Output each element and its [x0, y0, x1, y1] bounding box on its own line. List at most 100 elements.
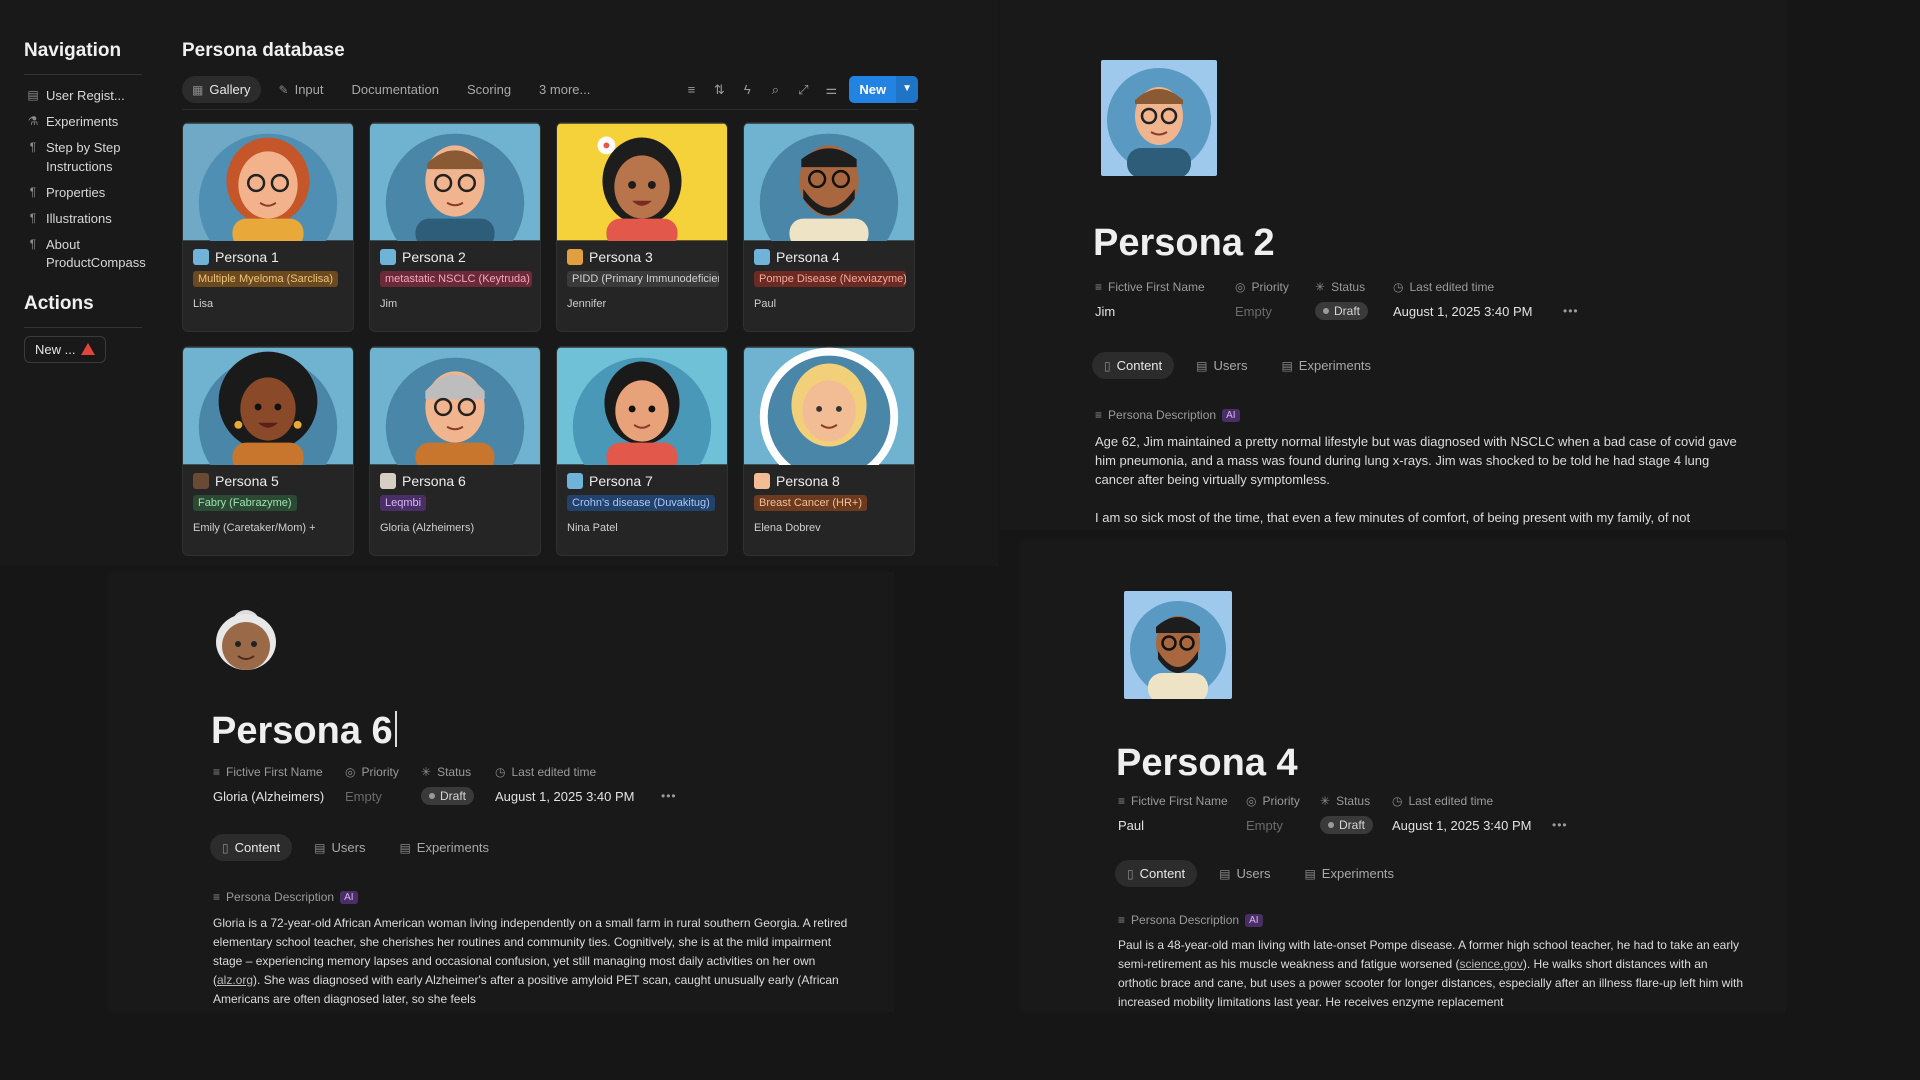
card-title: Persona 2	[402, 249, 466, 265]
card-first-name: Lisa	[193, 298, 214, 310]
description-text: ). She was diagnosed with early Alzheime…	[213, 973, 839, 1006]
persona-description-label: ≡ Persona Description AI	[213, 890, 358, 904]
navigation-sidebar: Navigation ▤ User Regist... ⚗ Experiment…	[24, 40, 146, 363]
nav-item-experiments[interactable]: ⚗ Experiments	[24, 109, 142, 135]
filter-icon[interactable]: ≡	[681, 82, 701, 97]
last-edited-value: August 1, 2025 3:40 PM	[1393, 303, 1533, 319]
more-options-icon[interactable]: •••	[1563, 304, 1593, 318]
gallery-card-persona-8[interactable]: Persona 8 Breast Cancer (HR+) Elena Dobr…	[743, 346, 915, 556]
tab-content[interactable]: ▯ Content	[1115, 860, 1198, 887]
source-link[interactable]: alz.org	[217, 973, 253, 987]
persona-page-icon	[193, 473, 209, 489]
table-icon: ▤	[1304, 866, 1316, 881]
persona-8-illustration	[744, 347, 914, 465]
nav-item-label: Illustrations	[46, 210, 112, 226]
more-options-icon[interactable]: •••	[1552, 818, 1582, 832]
new-action-button[interactable]: New ...	[24, 335, 107, 363]
status-badge[interactable]: Draft	[1315, 302, 1369, 320]
card-first-name: Nina Patel	[567, 522, 618, 534]
nav-item-user-registry[interactable]: ▤ User Regist...	[24, 83, 142, 109]
persona-description-text[interactable]: Gloria is a 72-year-old African American…	[213, 914, 853, 1012]
persona-page-icon	[193, 249, 209, 265]
card-title: Persona 3	[589, 249, 653, 265]
card-first-name: Emily (Caretaker/Mom) +	[193, 522, 316, 534]
gallery-grid: Persona 1 Multiple Myeloma (Sarclisa) Li…	[182, 122, 918, 556]
card-title: Persona 4	[776, 249, 840, 265]
sort-icon[interactable]: ⇅	[709, 82, 729, 98]
tab-gallery[interactable]: ▦ Gallery	[182, 76, 261, 103]
tab-experiments[interactable]: ▤ Experiments	[387, 834, 501, 861]
nav-item-label: About ProductCompass	[46, 237, 146, 271]
last-edited-header: ◷ Last edited time	[495, 765, 597, 779]
priority-value[interactable]: Empty	[345, 789, 421, 804]
page-tabs: ▯ Content ▤ Users ▤ Experiments	[1115, 860, 1406, 887]
table-icon: ▤	[1281, 358, 1293, 373]
status-badge[interactable]: Draft	[1320, 816, 1374, 834]
form-icon: ✎	[278, 82, 289, 97]
text-caret	[394, 711, 397, 747]
tab-scoring[interactable]: Scoring	[457, 76, 521, 103]
gallery-card-persona-4[interactable]: Persona 4 Pompe Disease (Nexviazyme) Pau…	[743, 122, 915, 332]
gallery-card-persona-5[interactable]: Persona 5 Fabry (Fabrazyme) Emily (Caret…	[182, 346, 354, 556]
page-title[interactable]: Persona 6	[211, 710, 397, 753]
nav-item-illustrations[interactable]: ¶ Illustrations	[24, 206, 142, 232]
document-icon: ▯	[222, 840, 229, 855]
status-badge[interactable]: Draft	[421, 787, 475, 805]
persona-2-illustration	[370, 123, 540, 241]
more-options-icon[interactable]: •••	[661, 789, 691, 803]
expand-icon[interactable]: ⤢	[793, 82, 813, 98]
persona-6-page: Persona 6 ≡ Fictive First Name ◎ Priority …	[108, 572, 894, 1012]
persona-7-illustration	[557, 347, 727, 465]
condition-tag: Crohn's disease (Duvakitug)	[567, 495, 715, 511]
last-edited-header: ◷ Last edited time	[1392, 794, 1494, 808]
settings-sliders-icon[interactable]: ⚌	[821, 82, 841, 98]
source-link[interactable]: science.gov	[1459, 957, 1522, 971]
priority-value[interactable]: Empty	[1235, 304, 1315, 319]
nav-item-properties[interactable]: ¶ Properties	[24, 180, 142, 206]
gallery-card-persona-6[interactable]: Persona 6 Leqmbi Gloria (Alzheimers)	[369, 346, 541, 556]
table-icon: ▤	[1219, 866, 1231, 881]
first-name-value[interactable]: Paul	[1118, 818, 1246, 833]
status-header: ✳ Status	[1315, 280, 1366, 294]
tab-content[interactable]: ▯ Content	[1092, 352, 1175, 379]
text-lines-icon: ≡	[1118, 794, 1126, 808]
database-toolbar: ▦ Gallery ✎ Input Documentation Scoring …	[182, 76, 918, 110]
search-icon[interactable]: ⌕	[765, 82, 785, 98]
persona-5-illustration	[183, 347, 353, 465]
tab-experiments[interactable]: ▤ Experiments	[1292, 860, 1406, 887]
tab-users[interactable]: ▤ Users	[1207, 860, 1282, 887]
nav-item-step-by-step[interactable]: ¶ Step by Step Instructions	[24, 135, 142, 179]
nav-item-about[interactable]: ¶ About ProductCompass	[24, 232, 146, 276]
persona-description-text[interactable]: Paul is a 48-year-old man living with la…	[1118, 936, 1748, 1012]
automation-bolt-icon[interactable]: ϟ	[737, 82, 757, 97]
chevron-down-icon[interactable]: ▼	[896, 76, 918, 103]
new-record-button[interactable]: New	[849, 76, 897, 103]
tab-more[interactable]: 3 more...	[529, 76, 600, 103]
tab-documentation[interactable]: Documentation	[342, 76, 449, 103]
tab-experiments[interactable]: ▤ Experiments	[1269, 352, 1383, 379]
gallery-grid-icon: ▦	[192, 82, 204, 97]
priority-header: ◎ Priority	[1246, 794, 1300, 808]
persona-description-text[interactable]: Age 62, Jim maintained a pretty normal l…	[1095, 432, 1745, 532]
first-name-value[interactable]: Gloria (Alzheimers)	[213, 789, 345, 804]
gallery-card-persona-1[interactable]: Persona 1 Multiple Myeloma (Sarclisa) Li…	[182, 122, 354, 332]
page-tabs: ▯ Content ▤ Users ▤ Experiments	[210, 834, 501, 861]
card-title: Persona 7	[589, 473, 653, 489]
tab-input[interactable]: ✎ Input	[269, 76, 334, 103]
status-dot	[1328, 822, 1334, 828]
tab-users[interactable]: ▤ Users	[1184, 352, 1259, 379]
tab-label: Scoring	[466, 82, 512, 97]
first-name-value[interactable]: Jim	[1095, 304, 1235, 319]
priority-header: ◎ Priority	[345, 765, 399, 779]
status-dot	[429, 793, 435, 799]
tab-content[interactable]: ▯ Content	[210, 834, 293, 861]
new-action-label: New ...	[35, 341, 76, 357]
gallery-card-persona-7[interactable]: Persona 7 Crohn's disease (Duvakitug) Ni…	[556, 346, 728, 556]
tab-users[interactable]: ▤ Users	[302, 834, 377, 861]
card-title: Persona 6	[402, 473, 466, 489]
gallery-card-persona-3[interactable]: Persona 3 PIDD (Primary Immunodeficiency…	[556, 122, 728, 332]
priority-value[interactable]: Empty	[1246, 818, 1320, 833]
priority-circle-icon: ◎	[1235, 280, 1246, 294]
gallery-card-persona-2[interactable]: Persona 2 metastatic NSCLC (Keytruda) Ji…	[369, 122, 541, 332]
persona-4-avatar	[1124, 591, 1232, 699]
